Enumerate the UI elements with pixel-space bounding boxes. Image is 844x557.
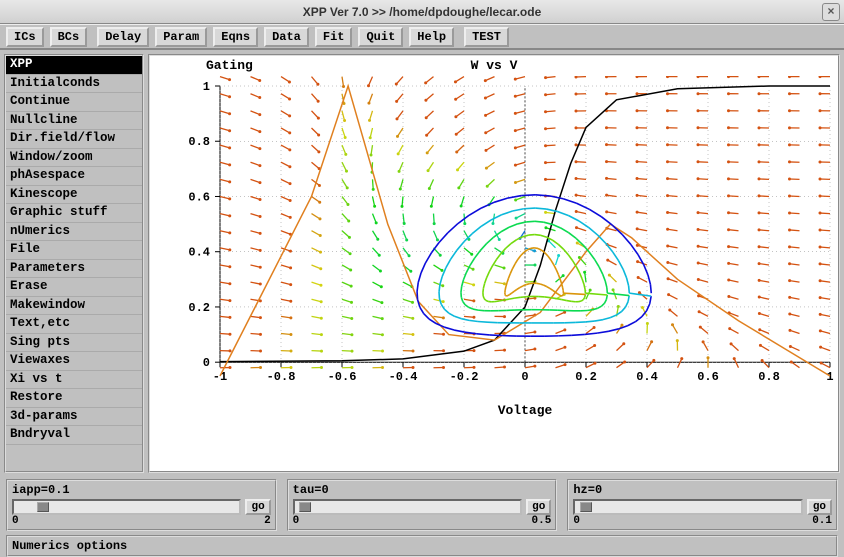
parameter-panels: iapp=0.1 go 0 2 tau=0 go 0 0.5 hz=0 go 0 0.1: [0, 475, 844, 535]
svg-text:0.6: 0.6: [188, 190, 210, 204]
plot-y-label: Gating: [206, 58, 253, 73]
sidebar-item-parameters[interactable]: Parameters: [6, 260, 142, 279]
data-button[interactable]: Data: [264, 27, 309, 47]
sidebar-menu: XPPInitialcondsContinueNullclineDir.fiel…: [4, 54, 144, 473]
sidebar-item-3d-params[interactable]: 3d-params: [6, 408, 142, 427]
param-max: 0.1: [812, 515, 832, 527]
param-panel-1: tau=0 go 0 0.5: [287, 479, 558, 531]
sidebar-item-nullcline[interactable]: Nullcline: [6, 112, 142, 131]
sidebar-item-kinescope[interactable]: Kinescope: [6, 186, 142, 205]
svg-text:-0.4: -0.4: [389, 370, 418, 384]
param-max: 0.5: [532, 515, 552, 527]
titlebar: XPP Ver 7.0 >> /home/dpdoughe/lecar.ode …: [0, 0, 844, 24]
svg-text:0.4: 0.4: [636, 370, 658, 384]
svg-text:0.2: 0.2: [575, 370, 597, 384]
sidebar-item-sing-pts[interactable]: Sing pts: [6, 334, 142, 353]
bcs-button[interactable]: BCs: [50, 27, 88, 47]
param-min: 0: [293, 515, 300, 527]
param-slider[interactable]: [293, 499, 522, 515]
sidebar-item-xpp[interactable]: XPP: [6, 56, 142, 75]
svg-text:Voltage: Voltage: [498, 403, 553, 418]
param-panel-0: iapp=0.1 go 0 2: [6, 479, 277, 531]
svg-text:1: 1: [826, 370, 833, 384]
sidebar-item-restore[interactable]: Restore: [6, 389, 142, 408]
svg-text:-0.8: -0.8: [267, 370, 296, 384]
svg-text:0: 0: [521, 370, 528, 384]
go-button[interactable]: go: [807, 499, 832, 515]
param-slider[interactable]: [12, 499, 241, 515]
go-button[interactable]: go: [526, 499, 551, 515]
svg-text:-0.6: -0.6: [328, 370, 357, 384]
fit-button[interactable]: Fit: [315, 27, 353, 47]
sidebar-item-numerics[interactable]: nUmerics: [6, 223, 142, 242]
sidebar-item-bndryval[interactable]: Bndryval: [6, 426, 142, 445]
param-slider[interactable]: [573, 499, 802, 515]
close-button[interactable]: ×: [822, 3, 840, 21]
svg-text:0.4: 0.4: [188, 246, 210, 260]
sidebar-item-window-zoom[interactable]: Window/zoom: [6, 149, 142, 168]
param-min: 0: [12, 515, 19, 527]
svg-text:0.8: 0.8: [188, 135, 210, 149]
plot-area[interactable]: Gating W vs V -1 -0.8 -0.6 -0.4 -0.2 0 0.2 0.4 0…: [148, 54, 840, 473]
param-max: 2: [264, 515, 271, 527]
param-label: iapp=0.1: [12, 483, 271, 497]
svg-text:0.6: 0.6: [697, 370, 719, 384]
svg-text:0: 0: [203, 356, 210, 370]
sidebar-item-initialconds[interactable]: Initialconds: [6, 75, 142, 94]
sidebar-item-makewindow[interactable]: Makewindow: [6, 297, 142, 316]
sidebar-item-xi-vs-t[interactable]: Xi vs t: [6, 371, 142, 390]
sidebar-item-graphic-stuff[interactable]: Graphic stuff: [6, 204, 142, 223]
sidebar-item-text-etc[interactable]: Text,etc: [6, 315, 142, 334]
sidebar-item-viewaxes[interactable]: Viewaxes: [6, 352, 142, 371]
sidebar-item-file[interactable]: File: [6, 241, 142, 260]
svg-text:1: 1: [203, 80, 210, 94]
svg-text:-1: -1: [213, 370, 227, 384]
svg-text:0.8: 0.8: [758, 370, 780, 384]
svg-text:-0.2: -0.2: [450, 370, 479, 384]
delay-button[interactable]: Delay: [97, 27, 149, 47]
param-label: hz=0: [573, 483, 832, 497]
param-panel-2: hz=0 go 0 0.1: [567, 479, 838, 531]
status-bar: Numerics options: [6, 535, 838, 557]
sidebar-item-dir-field-flow[interactable]: Dir.field/flow: [6, 130, 142, 149]
test-button[interactable]: TEST: [464, 27, 509, 47]
plot-title: W vs V: [471, 58, 518, 73]
quit-button[interactable]: Quit: [358, 27, 403, 47]
window-title: XPP Ver 7.0 >> /home/dpdoughe/lecar.ode: [303, 5, 542, 19]
top-toolbar: ICs BCs Delay Param Eqns Data FitQuit Help TEST: [0, 24, 844, 50]
svg-text:0.2: 0.2: [188, 301, 210, 315]
eqns-button[interactable]: Eqns: [213, 27, 258, 47]
ics-button[interactable]: ICs: [6, 27, 44, 47]
sidebar-item-phasespace[interactable]: phAsespace: [6, 167, 142, 186]
phase-plane-plot: -1 -0.8 -0.6 -0.4 -0.2 0 0.2 0.4 0.6 0.8 1 0 0.2 0.4 0…: [150, 76, 840, 476]
param-label: tau=0: [293, 483, 552, 497]
sidebar-item-continue[interactable]: Continue: [6, 93, 142, 112]
param-button[interactable]: Param: [155, 27, 207, 47]
go-button[interactable]: go: [245, 499, 270, 515]
param-min: 0: [573, 515, 580, 527]
sidebar-item-erase[interactable]: Erase: [6, 278, 142, 297]
help-button[interactable]: Help: [409, 27, 454, 47]
